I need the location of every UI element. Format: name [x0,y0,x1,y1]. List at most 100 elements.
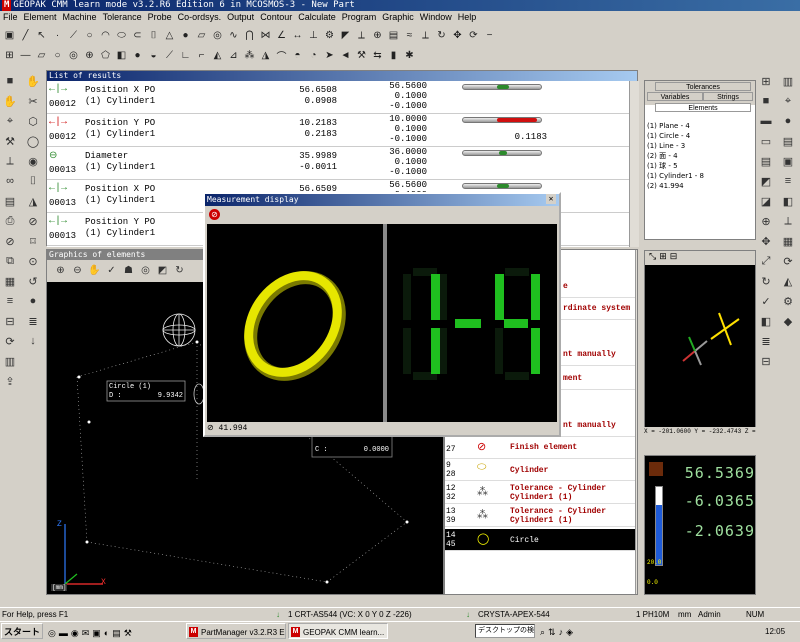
no-entry-icon[interactable]: ⊘ [24,212,42,230]
pointer-icon[interactable]: ↖ [34,28,49,43]
align-icon[interactable]: ≡ [1,292,19,310]
fold-icon[interactable]: ◭ [210,48,225,63]
line-element-icon[interactable]: ⟋ [66,28,81,43]
star-icon[interactable]: ✱ [402,48,417,63]
stop-icon[interactable]: ■ [1,72,19,90]
tool-icon[interactable]: ⚒ [124,625,132,642]
grid-icon[interactable]: ⊞ [2,48,17,63]
loop-icon[interactable]: ⟳ [466,28,481,43]
point-icon[interactable]: · [50,28,65,43]
view-icon[interactable]: ◩ [155,263,170,278]
export-icon[interactable]: ⇪ [1,372,19,390]
pan-icon[interactable]: ✥ [757,232,775,250]
task-partmanager[interactable]: MPartManager v3.2.R3 Edi... [186,623,286,639]
wedge-tool-icon[interactable]: ◮ [24,192,42,210]
wrench-icon[interactable]: ⚒ [354,48,369,63]
target-icon[interactable]: ◎ [66,48,81,63]
menu-calculate[interactable]: Calculate [295,11,339,24]
disc-icon[interactable]: ● [24,292,42,310]
search-icon[interactable]: ⌕ [540,624,545,641]
torus-icon[interactable]: ◎ [210,28,225,43]
step-icon[interactable]: ⌐ [194,48,209,63]
shift-icon[interactable]: ⇆ [370,48,385,63]
symmetry-icon[interactable]: ⋈ [258,28,273,43]
target-icon[interactable]: ◎ [138,263,153,278]
arrow-left-icon[interactable]: ◄ [338,48,353,63]
tilt-icon[interactable]: ⊿ [226,48,241,63]
ruler-icon[interactable]: ⊟ [670,251,678,265]
machine-view[interactable]: ⤡ ⊞ ⊟ [644,250,756,435]
folder-open-icon[interactable]: ▭ [757,132,775,150]
corner-icon[interactable]: ∟ [178,48,193,63]
folder-icon[interactable]: ▬ [59,625,68,642]
graph-icon[interactable]: ▦ [1,272,19,290]
menu-program[interactable]: Program [339,11,380,24]
media-icon[interactable]: ◉ [71,625,79,642]
element-item[interactable]: (1) Plane - 4 [647,121,753,131]
shape-icon[interactable]: ◒ [146,48,161,63]
menu-graphic[interactable]: Graphic [379,11,417,24]
menu-machine[interactable]: Machine [60,11,100,24]
element-item[interactable]: (1) Cylinder1 - 8 [647,171,753,181]
desktop-search-input[interactable]: デスクトップの検索 [475,624,535,638]
measure-icon[interactable]: ⌖ [1,112,19,130]
tab-strings[interactable]: Strings [703,92,753,101]
pin-icon[interactable]: ⌖ [779,92,797,110]
menu-output[interactable]: Output [224,11,257,24]
cancel-icon[interactable]: ⊘ [1,232,19,250]
circle-element-icon[interactable]: ○ [82,28,97,43]
program-item[interactable]: 27 ⊘ Finish element [445,437,635,459]
menu-window[interactable]: Window [417,11,455,24]
cylinder-tool-icon[interactable]: ⌷ [24,172,42,190]
menu-probe[interactable]: Probe [145,11,175,24]
grid-view-icon[interactable]: ⊞ [757,72,775,90]
panel-icon[interactable]: ▥ [779,72,797,90]
check-icon[interactable]: ✓ [757,292,775,310]
view-top-icon[interactable]: ◪ [757,192,775,210]
crosshair-icon[interactable]: ⊕ [82,48,97,63]
sphere-icon[interactable]: ● [178,28,193,43]
circle-icon[interactable]: ○ [50,48,65,63]
ellipse-icon[interactable]: ⬭ [114,28,129,43]
view-iso-icon[interactable]: ◩ [757,172,775,190]
check-icon[interactable]: ✓ [104,263,119,278]
ruler-icon[interactable]: ⊟ [757,352,775,370]
turn-icon[interactable]: ↺ [24,272,42,290]
program-item[interactable]: 9 28 ⬭ Cylinder [445,459,635,481]
probe-rack-icon[interactable]: ⟂ [779,212,797,230]
element-item[interactable]: (2) 41.994 [647,181,753,191]
program-icon[interactable]: ▤ [1,192,19,210]
tag-icon[interactable]: ⌑ [24,232,42,250]
ie-icon[interactable]: ◎ [48,625,56,642]
menu-file[interactable]: File [0,11,21,24]
link-icon[interactable]: ∞ [1,172,19,190]
rotate-icon[interactable]: ↻ [172,263,187,278]
record-icon[interactable]: ● [779,112,797,130]
pentagon-icon[interactable]: ⬠ [98,48,113,63]
shield-icon[interactable]: ◈ [566,624,573,641]
tilt-view-icon[interactable]: ◭ [779,272,797,290]
stop-icon[interactable]: ⊘ [209,209,220,220]
archive-icon[interactable]: ▣ [779,152,797,170]
result-row[interactable]: ←|→ 00012 Position X PO (1) Cylinder1 56.… [47,81,629,114]
menu-element[interactable]: Element [21,11,60,24]
wrench-icon[interactable]: ⚒ [1,132,19,150]
element-item[interactable]: (1) Line - 3 [647,141,753,151]
element-item[interactable]: (1) Circle - 4 [647,131,753,141]
tab-tolerances[interactable]: Tolerances [655,82,751,91]
scan-icon[interactable]: ⊟ [1,312,19,330]
rotate-icon[interactable]: ↻ [434,28,449,43]
tolerance-icon[interactable]: ⊕ [370,28,385,43]
table-icon[interactable]: ▥ [1,352,19,370]
dome-icon[interactable]: ◓ [290,48,305,63]
cluster-icon[interactable]: ⁂ [242,48,257,63]
menu-coordsys[interactable]: Co-ordsys. [175,11,225,24]
angle-icon[interactable]: ∠ [274,28,289,43]
gear-icon[interactable]: ⚙ [322,28,337,43]
stack-icon[interactable]: ≡ [779,172,797,190]
menu-tolerance[interactable]: Tolerance [100,11,145,24]
start-button[interactable]: スタート [1,623,43,639]
probe-tip-icon[interactable]: ↓ [24,332,42,350]
save-icon[interactable]: ▣ [2,28,17,43]
results-scrollbar[interactable] [629,81,639,247]
